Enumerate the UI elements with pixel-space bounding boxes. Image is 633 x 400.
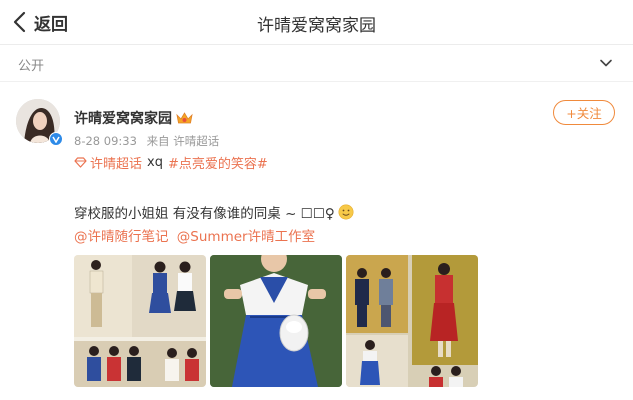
mention-link-1[interactable]: @许晴随行笔记 bbox=[74, 229, 169, 245]
top-navigation-bar: 返回 许晴爱窝窝家园 bbox=[0, 0, 633, 45]
post-image-2[interactable] bbox=[210, 255, 342, 387]
author-name[interactable]: 许晴爱窝窝家园 bbox=[74, 108, 193, 128]
post-text: 穿校服的小姐姐 有没有像谁的同桌 ~ ☐☐♀ bbox=[74, 206, 335, 222]
hashtag-link[interactable]: #点亮爱的笑容# bbox=[168, 153, 268, 172]
mentions: @许晴随行笔记 @Summer许晴工作室 bbox=[74, 225, 319, 245]
diamond-icon bbox=[74, 157, 87, 168]
supertopic-link[interactable]: 许晴超话 bbox=[90, 153, 142, 172]
smile-icon bbox=[338, 204, 354, 220]
post-source[interactable]: 来自 许晴超话 bbox=[147, 134, 220, 148]
weibo-post: 许晴爱窝窝家园 8-28 09:33 来自 许晴超话 +关注 许晴超话 xq #… bbox=[0, 82, 633, 400]
verified-icon bbox=[49, 132, 63, 146]
visibility-filter[interactable]: 公开 bbox=[0, 45, 633, 82]
chevron-down-icon bbox=[600, 59, 612, 67]
visibility-label: 公开 bbox=[18, 59, 45, 74]
page-title: 许晴爱窝窝家园 bbox=[257, 16, 376, 36]
topic-line: 许晴超话 xq #点亮爱的笑容# bbox=[74, 153, 268, 172]
follow-button[interactable]: +关注 bbox=[553, 100, 615, 125]
topic-plain-text: xq bbox=[147, 155, 163, 170]
crown-icon bbox=[176, 112, 193, 124]
post-image-1[interactable] bbox=[74, 255, 206, 387]
post-body: 穿校服的小姐姐 有没有像谁的同桌 ~ ☐☐♀ bbox=[74, 202, 354, 222]
post-timestamp: 8-28 09:33 bbox=[74, 134, 137, 148]
post-image-3[interactable] bbox=[346, 255, 478, 387]
author-name-text: 许晴爱窝窝家园 bbox=[74, 111, 172, 127]
mention-link-2[interactable]: @Summer许晴工作室 bbox=[177, 229, 315, 245]
post-meta: 8-28 09:33 来自 许晴超话 bbox=[74, 133, 225, 149]
